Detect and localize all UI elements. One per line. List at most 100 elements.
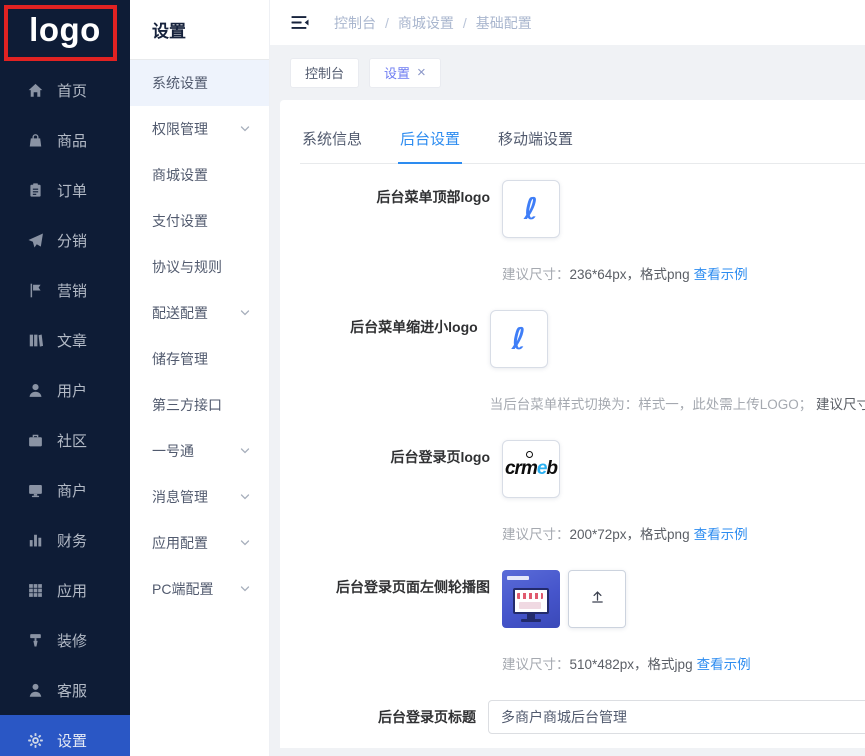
sidebar-item-merchant[interactable]: 商户 [0, 465, 130, 515]
close-icon[interactable]: × [417, 65, 426, 80]
topbar: 控制台 / 商城设置 / 基础配置 [270, 0, 865, 45]
tag-settings[interactable]: 设置 × [369, 58, 441, 88]
field-label: 后台登录页logo [300, 440, 490, 543]
main-area: 控制台 / 商城设置 / 基础配置 控制台 设置 × 系统信息 后台设置 移动端… [270, 0, 865, 756]
tag-label: 控制台 [305, 63, 344, 82]
menu-small-logo-upload[interactable]: ℓ [490, 310, 548, 368]
primary-sidebar: logo 首页 商品 订单 分销 营销 文章 用户 社区 商户 财务 [0, 0, 130, 756]
sidebar-item-orders[interactable]: 订单 [0, 165, 130, 215]
submenu-item-agreements[interactable]: 协议与规则 [130, 244, 269, 290]
submenu-item-storage[interactable]: 储存管理 [130, 336, 269, 382]
field-label: 后台菜单缩进小logo [300, 310, 478, 413]
form-row-login-title: 后台登录页标题 [300, 700, 865, 734]
bar-chart-icon [27, 532, 44, 549]
paper-plane-icon [27, 232, 44, 249]
field-hint: 当后台菜单样式切换为：样式一，此处需上传LOGO； 建议尺寸 [490, 393, 865, 413]
tag-console[interactable]: 控制台 [290, 58, 359, 88]
sidebar-item-article[interactable]: 文章 [0, 315, 130, 365]
sidebar-item-user[interactable]: 用户 [0, 365, 130, 415]
content-card: 系统信息 后台设置 移动端设置 后台菜单顶部logo ℓ 建议尺寸：236*64… [280, 100, 865, 748]
gear-icon [27, 732, 44, 749]
hint-size: 510*482px，格式jpg [570, 657, 693, 672]
flag-icon [27, 282, 44, 299]
submenu-item-label: 一号通 [152, 441, 194, 461]
submenu-item-label: 第三方接口 [152, 395, 222, 415]
tag-label: 设置 [384, 63, 410, 82]
tab-mobile-settings[interactable]: 移动端设置 [496, 128, 575, 163]
field-label: 后台登录页面左侧轮播图 [300, 570, 490, 673]
sidebar-item-home[interactable]: 首页 [0, 65, 130, 115]
submenu-item-label: 协议与规则 [152, 257, 222, 277]
view-example-link[interactable]: 查看示例 [697, 657, 751, 672]
sidebar-item-community[interactable]: 社区 [0, 415, 130, 465]
hint-text: 当后台菜单样式切换为：样式一，此处需上传LOGO； [490, 397, 813, 412]
user-icon [27, 382, 44, 399]
breadcrumb-item-basic-config[interactable]: 基础配置 [476, 13, 532, 33]
submenu-item-label: 权限管理 [152, 119, 208, 139]
carousel-upload-button[interactable] [568, 570, 626, 628]
tab-backend-settings[interactable]: 后台设置 [398, 128, 462, 163]
storefront-icon [27, 482, 44, 499]
hint-text: 建议尺寸： [502, 267, 570, 282]
chevron-down-icon [239, 583, 251, 595]
sidebar-item-label: 分销 [57, 230, 87, 251]
sidebar-item-label: 社区 [57, 430, 87, 451]
view-example-link[interactable]: 查看示例 [694, 527, 748, 542]
chevron-down-icon [239, 491, 251, 503]
field-hint: 建议尺寸：236*64px，格式png 查看示例 [502, 263, 865, 283]
menu-top-logo-upload[interactable]: ℓ [502, 180, 560, 238]
login-logo-upload[interactable]: crmeb [502, 440, 560, 498]
settings-submenu: 设置 系统设置 权限管理 商城设置 支付设置 协议与规则 配送配置 储存管理 第… [130, 0, 270, 756]
service-person-icon [27, 682, 44, 699]
login-title-input[interactable] [488, 700, 865, 734]
sidebar-item-label: 商户 [57, 480, 87, 501]
submenu-item-messages[interactable]: 消息管理 [130, 474, 269, 520]
submenu-item-third-party[interactable]: 第三方接口 [130, 382, 269, 428]
sidebar-item-goods[interactable]: 商品 [0, 115, 130, 165]
submenu-item-payment-settings[interactable]: 支付设置 [130, 198, 269, 244]
sidebar-item-marketing[interactable]: 营销 [0, 265, 130, 315]
goods-icon [27, 132, 44, 149]
chevron-down-icon [239, 307, 251, 319]
submenu-item-label: 储存管理 [152, 349, 208, 369]
paint-roller-icon [27, 632, 44, 649]
menu-fold-icon[interactable] [290, 14, 310, 31]
submenu-item-system-settings[interactable]: 系统设置 [130, 60, 269, 106]
blue-swirl-logo: ℓ [512, 322, 526, 357]
breadcrumb-separator: / [385, 15, 389, 31]
carousel-image-thumbnail[interactable] [502, 570, 560, 628]
sidebar-item-label: 客服 [57, 680, 87, 701]
submenu-item-permissions[interactable]: 权限管理 [130, 106, 269, 152]
sidebar-item-decorate[interactable]: 装修 [0, 615, 130, 665]
chevron-down-icon [239, 445, 251, 457]
sidebar-item-apps[interactable]: 应用 [0, 565, 130, 615]
breadcrumb-item-console[interactable]: 控制台 [334, 13, 376, 33]
submenu-item-mall-settings[interactable]: 商城设置 [130, 152, 269, 198]
upload-arrow-icon [589, 588, 606, 610]
open-tags-bar: 控制台 设置 × [270, 45, 865, 100]
backend-settings-form: 后台菜单顶部logo ℓ 建议尺寸：236*64px，格式png查看示例 后台菜… [300, 164, 865, 734]
sidebar-item-label: 设置 [57, 730, 87, 751]
submenu-item-app-config[interactable]: 应用配置 [130, 520, 269, 566]
hint-text: 建议尺寸： [502, 527, 570, 542]
submenu-item-pc-config[interactable]: PC端配置 [130, 566, 269, 612]
sidebar-item-service[interactable]: 客服 [0, 665, 130, 715]
sidebar-item-settings[interactable]: 设置 [0, 715, 130, 756]
sidebar-item-distribution[interactable]: 分销 [0, 215, 130, 265]
tab-system-info[interactable]: 系统信息 [300, 128, 364, 163]
view-example-link[interactable]: 查看示例 [694, 267, 748, 282]
sidebar-item-finance[interactable]: 财务 [0, 515, 130, 565]
submenu-item-delivery-config[interactable]: 配送配置 [130, 290, 269, 336]
sidebar-item-label: 文章 [57, 330, 87, 351]
breadcrumb-item-mall-settings[interactable]: 商城设置 [398, 13, 454, 33]
home-icon [27, 82, 44, 99]
submenu-item-yihaotong[interactable]: 一号通 [130, 428, 269, 474]
sidebar-item-label: 订单 [57, 180, 87, 201]
form-row-menu-top-logo: 后台菜单顶部logo ℓ 建议尺寸：236*64px，格式png查看示例 [300, 180, 865, 283]
settings-tabs: 系统信息 后台设置 移动端设置 [300, 128, 865, 164]
sidebar-item-label: 应用 [57, 580, 87, 601]
sidebar-item-label: 用户 [57, 380, 87, 401]
hint-size: 236*64px，格式png [570, 267, 690, 282]
sidebar-item-label: 装修 [57, 630, 87, 651]
submenu-item-label: 系统设置 [152, 73, 208, 93]
